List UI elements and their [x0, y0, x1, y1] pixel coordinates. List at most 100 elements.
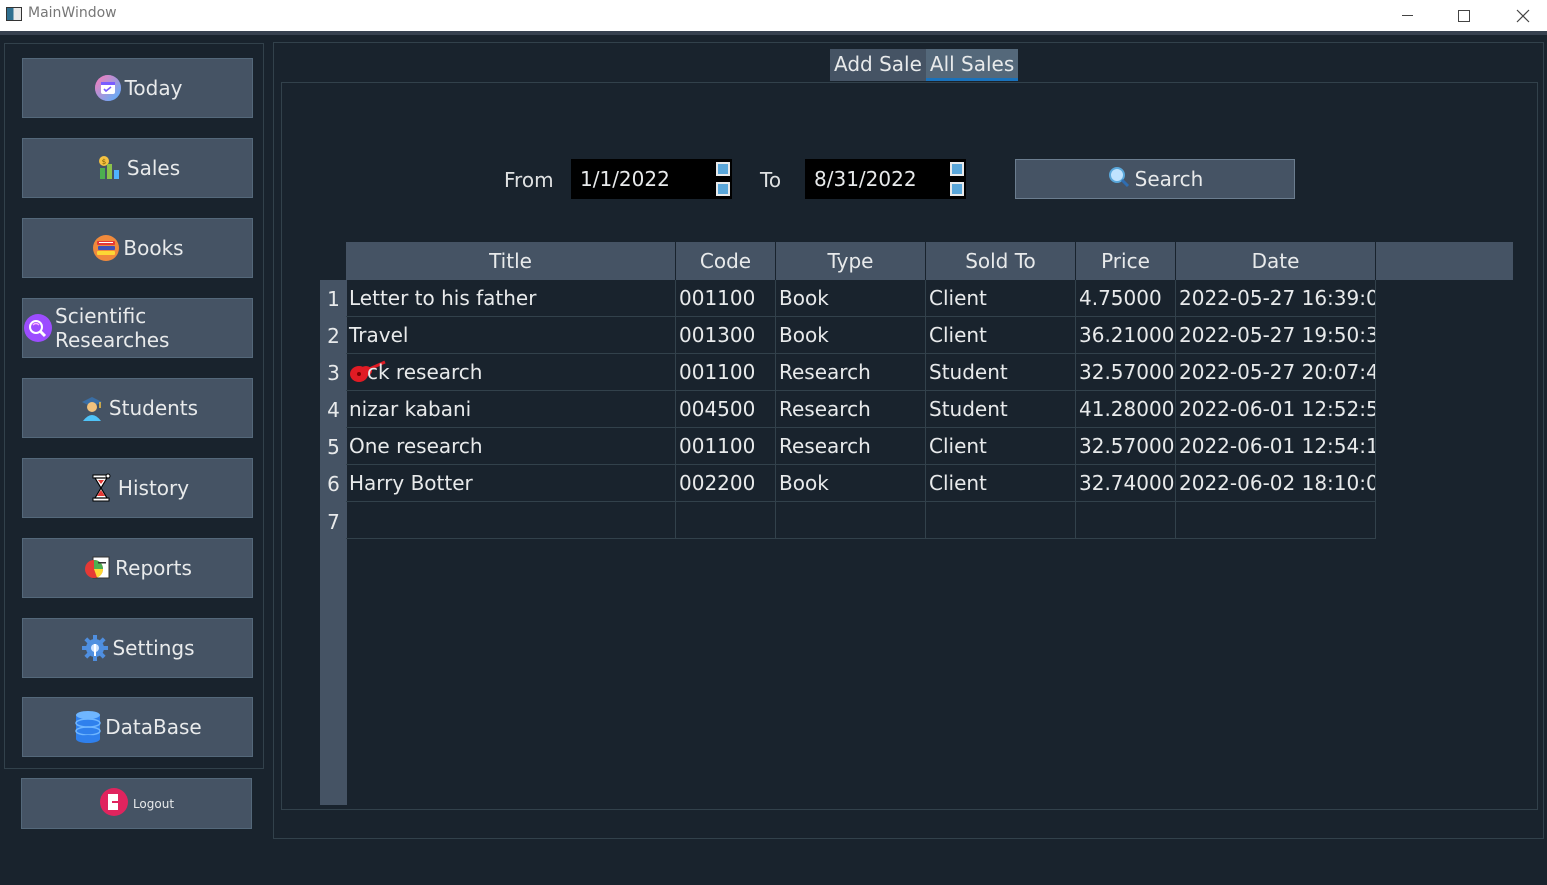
- cell-price[interactable]: 32.57000: [1076, 354, 1176, 391]
- cell-type[interactable]: [776, 502, 926, 539]
- cell-date[interactable]: [1176, 502, 1376, 539]
- logout-label: Logout: [132, 796, 175, 811]
- row-number[interactable]: 1: [320, 280, 347, 317]
- sidebar-item-students[interactable]: Students: [22, 378, 253, 438]
- sidebar-item-scientific-researches[interactable]: Scientific Researches: [22, 298, 253, 358]
- cell-title-text: ck research: [367, 360, 483, 384]
- tab-add-sale[interactable]: Add Sale: [830, 49, 926, 81]
- books-icon: [91, 233, 121, 263]
- column-header-code[interactable]: Code: [676, 242, 776, 280]
- cell-sold-to[interactable]: Client: [926, 280, 1076, 317]
- calendar-icon: [93, 73, 123, 103]
- minimize-button[interactable]: [1384, 0, 1430, 31]
- column-header-sold-to[interactable]: Sold To: [926, 242, 1076, 280]
- sidebar-item-books[interactable]: Books: [22, 218, 253, 278]
- cell-code[interactable]: 001100: [676, 428, 776, 465]
- cell-code[interactable]: 001100: [676, 280, 776, 317]
- cell-price[interactable]: [1076, 502, 1176, 539]
- maximize-button[interactable]: [1441, 0, 1487, 31]
- cell-code[interactable]: 001300: [676, 317, 776, 354]
- from-date-down-arrow[interactable]: [716, 182, 730, 196]
- window-title: MainWindow: [28, 5, 117, 21]
- cell-title[interactable]: [346, 502, 676, 539]
- cell-date[interactable]: 2022-05-27 19:50:30: [1176, 317, 1376, 354]
- cell-sold-to[interactable]: [926, 502, 1076, 539]
- from-date-value: 1/1/2022: [580, 167, 670, 191]
- cell-type[interactable]: Research: [776, 391, 926, 428]
- sidebar-item-sales[interactable]: $ Sales: [22, 138, 253, 198]
- search-button[interactable]: Search: [1015, 159, 1295, 199]
- sidebar-item-label: Reports: [115, 556, 192, 580]
- from-date-input[interactable]: 1/1/2022: [570, 158, 733, 200]
- gear-icon: [80, 633, 110, 663]
- cell-type[interactable]: Book: [776, 465, 926, 502]
- cell-price[interactable]: 41.28000: [1076, 391, 1176, 428]
- cell-type[interactable]: Research: [776, 428, 926, 465]
- row-number[interactable]: 4: [320, 391, 347, 428]
- sidebar-item-settings[interactable]: Settings: [22, 618, 253, 678]
- cell-code[interactable]: 002200: [676, 465, 776, 502]
- cell-sold-to[interactable]: Client: [926, 465, 1076, 502]
- row-number[interactable]: 6: [320, 465, 347, 502]
- column-header-price[interactable]: Price: [1076, 242, 1176, 280]
- to-date-down-arrow[interactable]: [950, 182, 964, 196]
- cell-code[interactable]: 001100: [676, 354, 776, 391]
- cell-sold-to[interactable]: Client: [926, 428, 1076, 465]
- cell-title[interactable]: ck research: [346, 354, 676, 391]
- column-header-type[interactable]: Type: [776, 242, 926, 280]
- column-header-date[interactable]: Date: [1176, 242, 1376, 280]
- to-date-up-arrow[interactable]: [950, 162, 964, 176]
- cell-type[interactable]: Book: [776, 317, 926, 354]
- row-number[interactable]: 7: [320, 503, 347, 540]
- sidebar-item-label: Sales: [126, 156, 181, 180]
- cell-date[interactable]: 2022-06-01 12:52:58: [1176, 391, 1376, 428]
- sidebar-item-history[interactable]: History: [22, 458, 253, 518]
- svg-text:$: $: [102, 158, 106, 166]
- row-number[interactable]: 3: [320, 354, 347, 391]
- cell-sold-to[interactable]: Student: [926, 391, 1076, 428]
- cell-type[interactable]: Book: [776, 280, 926, 317]
- cell-sold-to[interactable]: Student: [926, 354, 1076, 391]
- hourglass-icon: [86, 473, 116, 503]
- logout-button[interactable]: Logout: [21, 778, 252, 829]
- cell-price[interactable]: 32.74000: [1076, 465, 1176, 502]
- database-icon: [73, 711, 103, 743]
- cell-title[interactable]: One research: [346, 428, 676, 465]
- sidebar-item-reports[interactable]: Reports: [22, 538, 253, 598]
- cell-title[interactable]: Harry Botter: [346, 465, 676, 502]
- close-button[interactable]: [1500, 0, 1546, 31]
- from-date-up-arrow[interactable]: [716, 162, 730, 176]
- cell-price[interactable]: 36.21000: [1076, 317, 1176, 354]
- sidebar-item-database[interactable]: DataBase: [22, 697, 253, 757]
- column-header-title[interactable]: Title: [346, 242, 676, 280]
- table-header: Title Code Type Sold To Price Date: [346, 242, 1513, 280]
- app-icon: [6, 7, 22, 21]
- row-number[interactable]: 5: [320, 428, 347, 465]
- main-panel: Add Sale All Sales From 1/1/2022 To 8/31…: [273, 42, 1544, 839]
- sidebar: Today $ Sales Books Scientific Researche…: [4, 43, 264, 769]
- cell-date[interactable]: 2022-06-01 12:54:16: [1176, 428, 1376, 465]
- cell-type[interactable]: Research: [776, 354, 926, 391]
- cell-title[interactable]: nizar kabani: [346, 391, 676, 428]
- search-label: Search: [1134, 167, 1204, 191]
- cell-date[interactable]: 2022-05-27 16:39:04: [1176, 280, 1376, 317]
- tab-all-sales[interactable]: All Sales: [925, 49, 1019, 81]
- cell-price[interactable]: 32.57000: [1076, 428, 1176, 465]
- cell-sold-to[interactable]: Client: [926, 317, 1076, 354]
- research-icon: [23, 313, 53, 343]
- cell-code[interactable]: [676, 502, 776, 539]
- student-icon: [77, 393, 107, 423]
- sidebar-item-today[interactable]: Today: [22, 58, 253, 118]
- cell-title[interactable]: Letter to his father: [346, 280, 676, 317]
- to-label: To: [760, 168, 782, 192]
- cell-date[interactable]: 2022-06-02 18:10:01: [1176, 465, 1376, 502]
- to-date-input[interactable]: 8/31/2022: [804, 158, 967, 200]
- cell-code[interactable]: 004500: [676, 391, 776, 428]
- sidebar-item-label: History: [117, 476, 190, 500]
- sales-chart-icon: $: [95, 153, 125, 183]
- search-icon: [1107, 165, 1131, 194]
- cell-date[interactable]: 2022-05-27 20:07:45: [1176, 354, 1376, 391]
- cell-price[interactable]: 4.75000: [1076, 280, 1176, 317]
- row-number[interactable]: 2: [320, 317, 347, 354]
- cell-title[interactable]: Travel: [346, 317, 676, 354]
